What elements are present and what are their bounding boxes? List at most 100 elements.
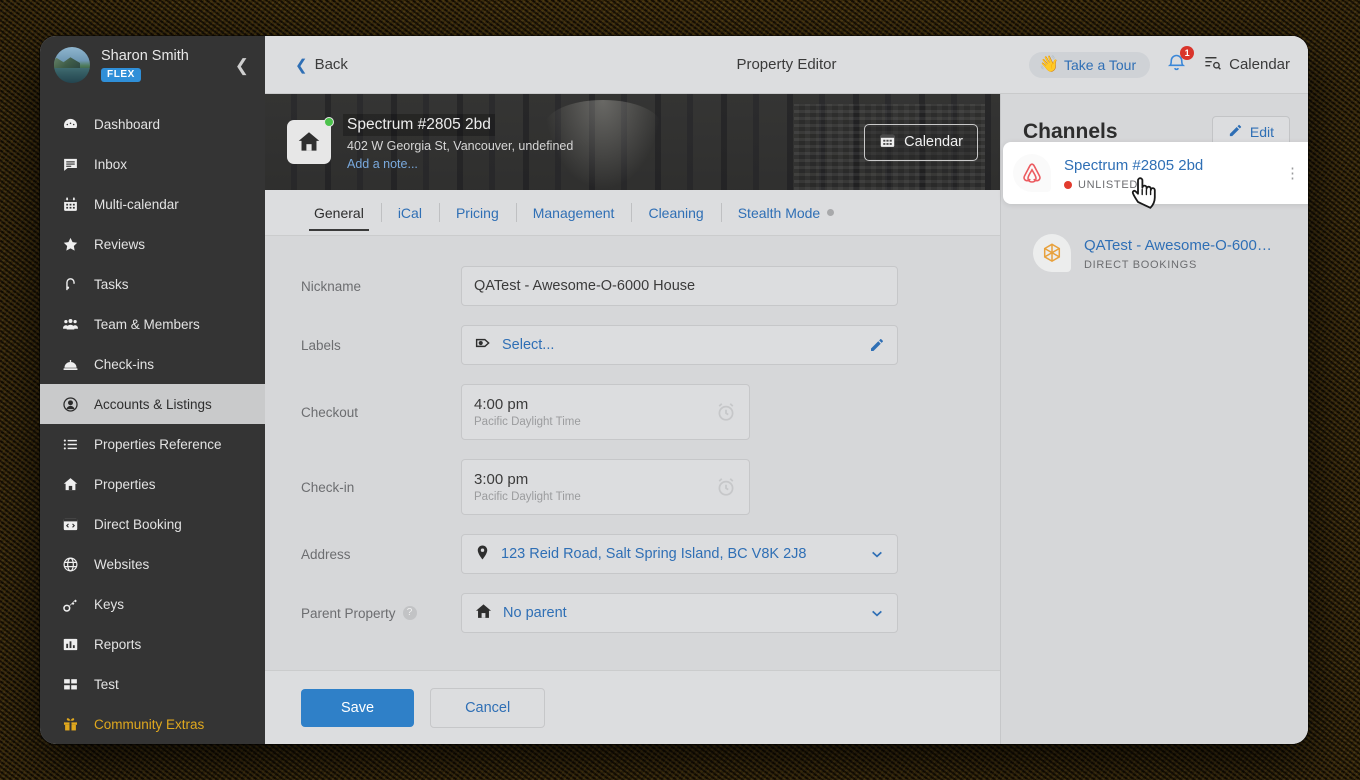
channel-text: QATest - Awesome-O-6000 H... DIRECT BOOK… bbox=[1084, 236, 1280, 271]
chevron-down-icon[interactable] bbox=[869, 605, 885, 621]
tab-stealth-mode[interactable]: Stealth Mode bbox=[720, 190, 852, 235]
sidebar-user-info: Sharon Smith FLEX bbox=[101, 48, 218, 82]
labels-label: Labels bbox=[301, 337, 341, 353]
sidebar-item-label: Test bbox=[94, 676, 119, 692]
notifications-button[interactable]: 1 bbox=[1164, 45, 1195, 80]
back-button[interactable]: ❮ Back bbox=[295, 56, 348, 74]
sidebar-item-team-members[interactable]: Team & Members bbox=[40, 304, 265, 344]
checkin-time-picker[interactable]: 3:00 pm Pacific Daylight Time bbox=[461, 459, 750, 515]
channel-status-label: UNLISTED bbox=[1078, 178, 1138, 191]
calendar-icon bbox=[60, 194, 80, 214]
notification-bell-icon bbox=[1166, 54, 1187, 77]
sidebar-item-label: Properties Reference bbox=[94, 436, 222, 452]
sidebar-item-properties-reference[interactable]: Properties Reference bbox=[40, 424, 265, 464]
status-dot bbox=[1064, 180, 1072, 189]
calendar-list-icon bbox=[1203, 53, 1222, 76]
bell-desk-icon bbox=[60, 354, 80, 374]
globe-icon bbox=[60, 554, 80, 574]
status-dot bbox=[324, 117, 334, 127]
save-button[interactable]: Save bbox=[301, 688, 415, 727]
channel-item-airbnb[interactable]: Spectrum #2805 2bd UNLISTED ⋮ bbox=[1003, 142, 1308, 204]
top-bar: ❮ Back Property Editor 👋 Take a Tour 1 C… bbox=[265, 36, 1308, 94]
checkout-time-picker[interactable]: 4:00 pm Pacific Daylight Time bbox=[461, 384, 750, 440]
channel-status: UNLISTED bbox=[1064, 179, 1266, 191]
channel-status: DIRECT BOOKINGS bbox=[1084, 259, 1280, 271]
bar-chart-icon bbox=[60, 634, 80, 654]
property-calendar-label: Calendar bbox=[904, 134, 963, 150]
property-calendar-button[interactable]: Calendar bbox=[864, 123, 978, 161]
channel-name: QATest - Awesome-O-6000 H... bbox=[1084, 236, 1280, 254]
tab-label: Cleaning bbox=[648, 204, 704, 221]
cancel-button[interactable]: Cancel bbox=[430, 687, 546, 728]
address-select[interactable]: 123 Reid Road, Salt Spring Island, BC V8… bbox=[461, 534, 898, 574]
plan-badge: FLEX bbox=[101, 67, 141, 82]
pencil-icon[interactable] bbox=[869, 337, 885, 353]
sidebar-item-test[interactable]: Test bbox=[40, 664, 265, 704]
sidebar-item-properties[interactable]: Properties bbox=[40, 464, 265, 504]
sidebar-item-reviews[interactable]: Reviews bbox=[40, 224, 265, 264]
sidebar-item-tasks[interactable]: Tasks bbox=[40, 264, 265, 304]
more-vertical-icon[interactable]: ⋮ bbox=[1279, 166, 1306, 181]
sidebar-nav: Dashboard Inbox Multi-calendar Reviews T… bbox=[40, 104, 265, 744]
take-a-tour-label: Take a Tour bbox=[1064, 56, 1137, 73]
sidebar-item-label: Reviews bbox=[94, 236, 146, 252]
field-row-address: Address 123 Reid Road, Salt Spring Islan… bbox=[301, 534, 964, 574]
help-icon[interactable]: ? bbox=[402, 606, 417, 620]
map-pin-icon bbox=[474, 544, 491, 565]
tab-label: Pricing bbox=[455, 204, 499, 221]
chevron-down-icon[interactable] bbox=[869, 546, 885, 562]
labels-select[interactable]: Select... bbox=[461, 325, 898, 365]
user-name: Sharon Smith bbox=[101, 48, 189, 64]
field-row-checkin: Check-in 3:00 pm Pacific Daylight Time bbox=[301, 459, 964, 515]
sidebar-item-inbox[interactable]: Inbox bbox=[40, 144, 265, 184]
tab-label: General bbox=[314, 204, 364, 221]
sidebar-item-websites[interactable]: Websites bbox=[40, 544, 265, 584]
dashboard-icon bbox=[60, 114, 80, 134]
tab-general[interactable]: General bbox=[297, 190, 381, 235]
sidebar-item-label: Keys bbox=[94, 596, 125, 612]
field-row-parent-property: Parent Property ? No parent bbox=[301, 593, 964, 633]
calendar-button[interactable]: Calendar bbox=[1203, 53, 1290, 76]
direct-booking-icon bbox=[1033, 234, 1071, 272]
sidebar-item-community-extras[interactable]: Community Extras bbox=[40, 704, 265, 744]
sidebar-item-label: Direct Booking bbox=[94, 516, 182, 532]
add-a-note-link[interactable]: Add a note... bbox=[347, 157, 573, 171]
top-bar-actions: 👋 Take a Tour 1 Calendar bbox=[1029, 45, 1290, 80]
tab-cleaning[interactable]: Cleaning bbox=[631, 190, 720, 235]
parent-property-label: Parent Property ? bbox=[301, 606, 461, 621]
tab-pricing[interactable]: Pricing bbox=[438, 190, 516, 235]
nickname-input[interactable]: QATest - Awesome-O-6000 House bbox=[461, 266, 898, 306]
property-address: 402 W Georgia St, Vancouver, undefined bbox=[347, 138, 574, 153]
notification-count-badge: 1 bbox=[1180, 45, 1195, 60]
house-icon bbox=[474, 602, 493, 625]
sidebar-item-direct-booking[interactable]: Direct Booking bbox=[40, 504, 265, 544]
inbox-icon bbox=[60, 154, 80, 174]
sidebar-item-multi-calendar[interactable]: Multi-calendar bbox=[40, 184, 265, 224]
chevron-left-icon[interactable]: ❮ bbox=[229, 53, 255, 78]
grid-icon bbox=[60, 674, 80, 694]
sidebar-item-keys[interactable]: Keys bbox=[40, 584, 265, 624]
code-window-icon bbox=[60, 514, 80, 534]
sidebar-item-accounts-listings[interactable]: Accounts & Listings bbox=[40, 384, 265, 424]
star-icon bbox=[60, 234, 80, 254]
checkout-timezone: Pacific Daylight Time bbox=[474, 416, 581, 428]
channels-edit-label: Edit bbox=[1249, 124, 1274, 140]
field-row-checkout: Checkout 4:00 pm Pacific Daylight Time bbox=[301, 384, 964, 440]
checkin-label: Check-in bbox=[301, 479, 355, 495]
app-window: Sharon Smith FLEX ❮ Dashboard Inbox Mult… bbox=[40, 36, 1308, 744]
tab-management[interactable]: Management bbox=[515, 190, 632, 235]
sidebar-item-label: Check-ins bbox=[94, 356, 155, 372]
tab-label: Stealth Mode bbox=[737, 204, 821, 221]
sidebar-item-label: Multi-calendar bbox=[94, 196, 179, 212]
sidebar-item-reports[interactable]: Reports bbox=[40, 624, 265, 664]
address-value: 123 Reid Road, Salt Spring Island, BC V8… bbox=[501, 546, 807, 562]
sidebar-item-label: Team & Members bbox=[94, 316, 200, 332]
tab-ical[interactable]: iCal bbox=[380, 190, 439, 235]
sidebar-item-check-ins[interactable]: Check-ins bbox=[40, 344, 265, 384]
take-a-tour-button[interactable]: 👋 Take a Tour bbox=[1029, 51, 1151, 78]
parent-property-select[interactable]: No parent bbox=[461, 593, 898, 633]
sidebar-item-dashboard[interactable]: Dashboard bbox=[40, 104, 265, 144]
property-editor: Spectrum #2805 2bd 402 W Georgia St, Van… bbox=[265, 94, 1001, 744]
channel-item-direct-bookings[interactable]: QATest - Awesome-O-6000 H... DIRECT BOOK… bbox=[1023, 222, 1290, 284]
sidebar-user-header[interactable]: Sharon Smith FLEX ❮ bbox=[40, 36, 265, 94]
